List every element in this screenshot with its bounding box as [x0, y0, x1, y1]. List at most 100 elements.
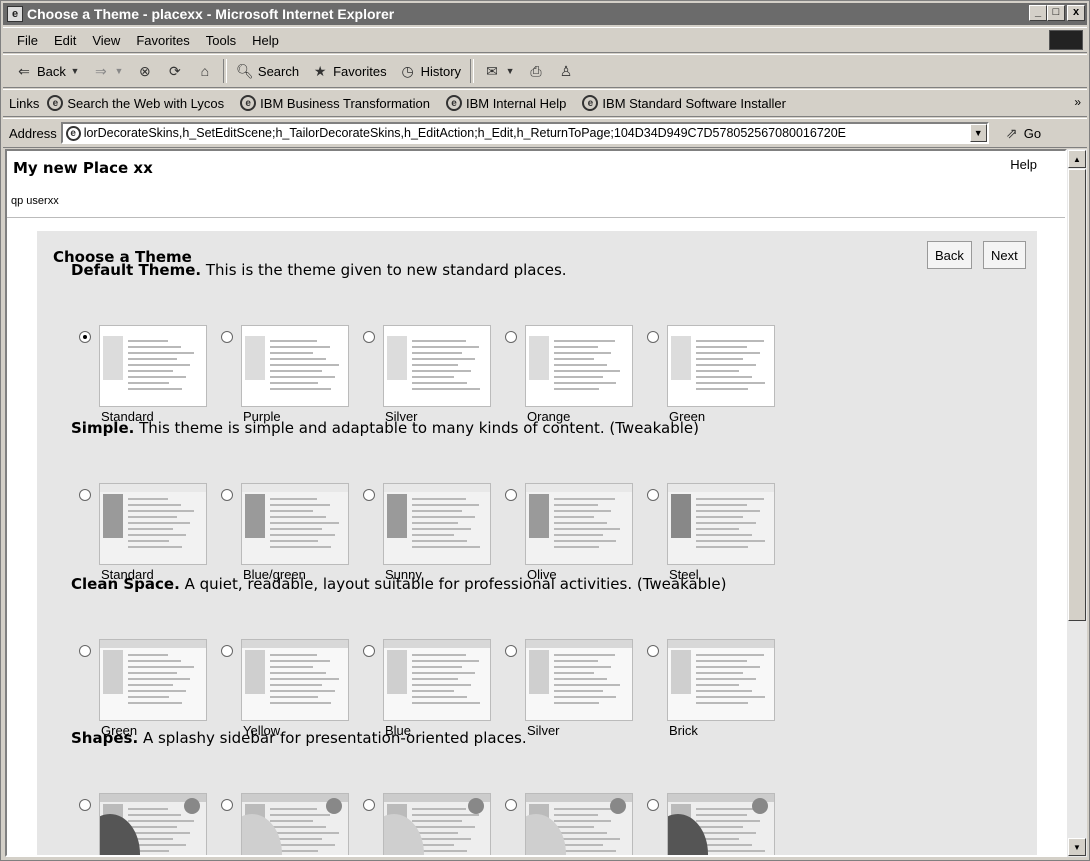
theme-preview-thumbnail[interactable] [667, 325, 775, 407]
theme-option[interactable] [79, 793, 219, 855]
theme-preview-thumbnail[interactable] [667, 793, 775, 855]
theme-radio[interactable] [363, 489, 375, 501]
theme-preview-thumbnail[interactable] [99, 793, 207, 855]
menu-edit[interactable]: Edit [46, 33, 84, 48]
theme-preview-thumbnail[interactable] [667, 483, 775, 565]
refresh-button[interactable]: ⟳ [160, 62, 190, 80]
theme-option[interactable]: Orange [505, 325, 645, 425]
link-ibm-software-installer[interactable]: e IBM Standard Software Installer [574, 95, 794, 111]
scroll-thumb[interactable] [1068, 169, 1086, 621]
back-button[interactable]: ⇐ Back ▼ [9, 62, 86, 80]
theme-radio[interactable] [79, 331, 91, 343]
theme-preview-thumbnail[interactable] [525, 793, 633, 855]
minimize-button[interactable]: _ [1029, 5, 1047, 21]
theme-radio[interactable] [505, 489, 517, 501]
menu-help[interactable]: Help [244, 33, 287, 48]
theme-option[interactable]: Olive [505, 483, 645, 583]
forward-button[interactable]: ⇒ ▼ [86, 62, 130, 80]
menu-file[interactable]: File [9, 33, 46, 48]
theme-option[interactable]: Blue [363, 639, 503, 739]
next-nav-button[interactable]: Next [983, 241, 1026, 269]
section-name: Simple. [71, 419, 135, 437]
refresh-icon: ⟳ [169, 62, 181, 79]
theme-preview-thumbnail[interactable] [241, 325, 349, 407]
theme-option[interactable] [363, 793, 503, 855]
scroll-down-icon[interactable]: ▼ [1068, 838, 1086, 856]
print-button[interactable]: ⎙ [521, 62, 551, 80]
theme-radio[interactable] [505, 645, 517, 657]
theme-preview-thumbnail[interactable] [383, 325, 491, 407]
history-button[interactable]: ◷ History [393, 62, 467, 80]
theme-radio[interactable] [221, 799, 233, 811]
address-input[interactable]: e lorDecorateSkins,h_SetEditScene;h_Tail… [60, 122, 989, 144]
messenger-button[interactable]: ♙ [551, 62, 581, 80]
section-title: Clean Space. A quiet, readable, layout s… [71, 575, 727, 593]
theme-option[interactable]: Green [79, 639, 219, 739]
go-button[interactable]: ⇗ Go [1003, 124, 1041, 142]
theme-radio[interactable] [363, 331, 375, 343]
theme-option[interactable] [221, 793, 361, 855]
link-lycos[interactable]: e Search the Web with Lycos [39, 95, 232, 111]
menu-favorites[interactable]: Favorites [128, 33, 197, 48]
theme-radio[interactable] [79, 489, 91, 501]
theme-option[interactable]: Sunny [363, 483, 503, 583]
theme-preview-thumbnail[interactable] [383, 793, 491, 855]
close-button[interactable]: x [1067, 5, 1085, 21]
theme-radio[interactable] [647, 331, 659, 343]
theme-radio[interactable] [647, 799, 659, 811]
more-links-chevron-icon[interactable]: » [1074, 95, 1081, 109]
search-label: Search [257, 63, 300, 79]
theme-radio[interactable] [647, 489, 659, 501]
help-link[interactable]: Help [1010, 157, 1037, 172]
theme-preview-thumbnail[interactable] [383, 639, 491, 721]
theme-preview-thumbnail[interactable] [99, 325, 207, 407]
link-ibm-internal-help[interactable]: e IBM Internal Help [438, 95, 574, 111]
link-ibm-business-transformation[interactable]: e IBM Business Transformation [232, 95, 438, 111]
theme-preview-thumbnail[interactable] [525, 639, 633, 721]
menu-view[interactable]: View [84, 33, 128, 48]
theme-radio[interactable] [221, 331, 233, 343]
theme-radio[interactable] [505, 331, 517, 343]
maximize-button[interactable]: □ [1047, 5, 1065, 21]
theme-option[interactable]: Green [647, 325, 787, 425]
theme-option[interactable]: Steel [647, 483, 787, 583]
theme-option[interactable]: Brick [647, 639, 787, 739]
theme-radio[interactable] [79, 645, 91, 657]
favorites-button[interactable]: ★ Favorites [305, 62, 392, 80]
search-button[interactable]: 🔍︎ Search [230, 62, 305, 80]
home-button[interactable]: ⌂ [190, 62, 220, 80]
theme-preview-thumbnail[interactable] [99, 483, 207, 565]
theme-preview-thumbnail[interactable] [241, 483, 349, 565]
theme-option[interactable]: Purple [221, 325, 361, 425]
theme-radio[interactable] [647, 645, 659, 657]
theme-radio[interactable] [221, 645, 233, 657]
theme-radio[interactable] [363, 645, 375, 657]
theme-preview-thumbnail[interactable] [525, 483, 633, 565]
theme-option[interactable]: Blue/green [221, 483, 361, 583]
theme-option[interactable]: Yellow [221, 639, 361, 739]
theme-option[interactable]: Silver [363, 325, 503, 425]
theme-option[interactable] [505, 793, 645, 855]
theme-radio[interactable] [505, 799, 517, 811]
back-nav-button[interactable]: Back [927, 241, 972, 269]
scroll-up-icon[interactable]: ▲ [1068, 150, 1086, 168]
theme-option[interactable]: Standard [79, 483, 219, 583]
address-dropdown-icon[interactable]: ▼ [969, 124, 987, 142]
stop-button[interactable]: ⊗ [130, 62, 160, 80]
theme-preview-thumbnail[interactable] [383, 483, 491, 565]
theme-radio[interactable] [363, 799, 375, 811]
vertical-scrollbar[interactable]: ▲ ▼ [1067, 149, 1087, 857]
theme-preview-thumbnail[interactable] [99, 639, 207, 721]
theme-radio[interactable] [221, 489, 233, 501]
theme-preview-thumbnail[interactable] [525, 325, 633, 407]
theme-preview-thumbnail[interactable] [241, 639, 349, 721]
theme-preview-thumbnail[interactable] [667, 639, 775, 721]
theme-option[interactable] [647, 793, 787, 855]
theme-option[interactable]: Standard [79, 325, 219, 425]
theme-option[interactable]: Silver [505, 639, 645, 739]
place-title: My new Place xx [13, 159, 153, 177]
theme-preview-thumbnail[interactable] [241, 793, 349, 855]
theme-radio[interactable] [79, 799, 91, 811]
menu-tools[interactable]: Tools [198, 33, 244, 48]
mail-button[interactable]: ✉ ▼ [477, 62, 521, 80]
